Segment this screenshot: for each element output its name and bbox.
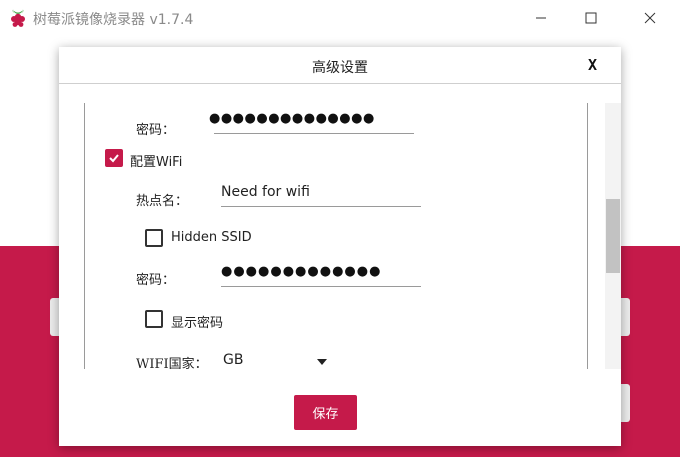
wifi-country-value: GB [223,352,244,368]
settings-scroll-area[interactable]: 密码： ●●●●●●●●●●●●●● 配置WiFi 热点名： Need for … [84,103,588,369]
ssh-password-label: 密码： [136,123,176,138]
window-title: 树莓派镜像烧录器 v1.7.4 [33,12,194,28]
ssid-value: Need for wifi [221,184,310,200]
settings-scrollbar[interactable] [605,103,621,369]
scrollbar-thumb[interactable] [606,199,620,273]
dialog-close-button[interactable]: X [588,56,597,74]
checkmark-icon [109,154,119,163]
minimize-icon [536,17,546,19]
ssid-input[interactable]: Need for wifi [221,180,421,207]
wifi-password-label: 密码： [136,273,176,288]
dialog-header: 高级设置 X [59,47,621,84]
hidden-ssid-checkbox[interactable] [145,229,163,247]
wifi-password-value: ●●●●●●●●●●●●● [221,264,382,279]
minimize-button[interactable] [518,0,564,36]
hidden-ssid-label: Hidden SSID [171,230,252,245]
maximize-icon [585,12,597,24]
dialog-title: 高级设置 [312,60,368,76]
raspberry-logo-icon [11,9,25,27]
configure-wifi-label: 配置WiFi [130,155,183,170]
show-password-label: 显示密码 [171,316,224,331]
title-bar: 树莓派镜像烧录器 v1.7.4 [0,0,680,36]
chevron-down-icon [317,359,327,365]
show-password-checkbox[interactable] [145,310,163,328]
maximize-button[interactable] [568,0,614,36]
save-button[interactable]: 保存 [294,395,357,430]
ssid-label: 热点名： [136,194,189,209]
ssh-password-field[interactable]: ●●●●●●●●●●●●●● [209,107,414,134]
configure-wifi-checkbox[interactable] [105,149,123,167]
wifi-password-field[interactable]: ●●●●●●●●●●●●● [221,260,421,287]
wifi-country-label: WIFI国家： [136,357,208,369]
wifi-country-select[interactable]: GB [221,349,331,369]
close-icon [644,12,656,24]
advanced-settings-dialog: 高级设置 X 密码： ●●●●●●●●●●●●●● 配置WiFi 热点名： Ne… [59,47,621,446]
close-window-button[interactable] [627,0,673,36]
ssh-password-value: ●●●●●●●●●●●●●● [209,111,375,126]
